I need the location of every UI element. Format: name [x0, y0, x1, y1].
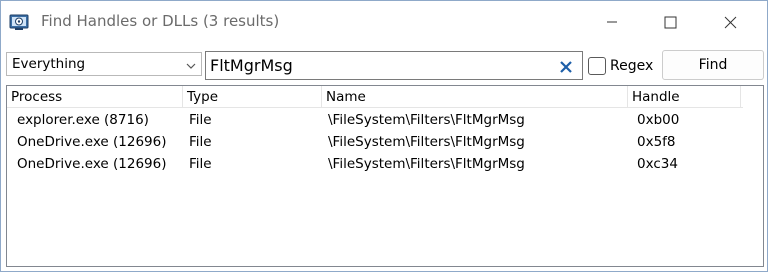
cell-name: \FileSystem\Filters\FltMgrMsg — [328, 156, 525, 172]
result-row[interactable]: OneDrive.exe (12696) File \FileSystem\Fi… — [7, 153, 743, 175]
cell-handle: 0xc34 — [637, 156, 678, 172]
column-header-handle[interactable]: Handle — [628, 86, 741, 108]
close-button[interactable] — [701, 1, 759, 43]
minimize-button[interactable] — [583, 1, 641, 43]
cell-type: File — [189, 156, 212, 172]
result-row[interactable]: OneDrive.exe (12696) File \FileSystem\Fi… — [7, 131, 743, 153]
cell-type: File — [189, 112, 212, 128]
cell-process: OneDrive.exe (12696) — [17, 134, 167, 150]
type-filter-value: Everything — [12, 56, 86, 72]
minimize-icon — [607, 21, 617, 23]
cell-handle: 0x5f8 — [637, 134, 676, 150]
column-header-name[interactable]: Name — [322, 86, 628, 108]
maximize-button[interactable] — [641, 1, 699, 43]
results-header: Process Type Name Handle — [7, 86, 743, 108]
results-list[interactable]: Process Type Name Handle explorer.exe (8… — [6, 85, 764, 267]
cell-name: \FileSystem\Filters\FltMgrMsg — [328, 134, 525, 150]
search-input[interactable]: FltMgrMsg — [205, 51, 583, 80]
cell-handle: 0xb00 — [637, 112, 680, 128]
find-handles-window: Find Handles or DLLs (3 results) Everyth… — [0, 0, 768, 272]
process-explorer-icon — [9, 12, 29, 32]
type-filter-dropdown[interactable]: Everything — [6, 52, 202, 76]
clear-search-button[interactable] — [557, 58, 575, 76]
close-icon — [724, 16, 736, 28]
search-value: FltMgrMsg — [210, 56, 293, 75]
result-row[interactable]: explorer.exe (8716) File \FileSystem\Fil… — [7, 109, 743, 131]
cell-process: OneDrive.exe (12696) — [17, 156, 167, 172]
chevron-down-icon — [186, 59, 196, 74]
cell-name: \FileSystem\Filters\FltMgrMsg — [328, 112, 525, 128]
regex-checkbox[interactable] — [588, 57, 606, 75]
window-title: Find Handles or DLLs (3 results) — [41, 12, 280, 30]
cell-process: explorer.exe (8716) — [17, 112, 149, 128]
maximize-icon — [664, 16, 676, 28]
column-header-process[interactable]: Process — [7, 86, 183, 108]
regex-label[interactable]: Regex — [610, 58, 653, 74]
find-button[interactable]: Find — [662, 50, 764, 80]
cell-type: File — [189, 134, 212, 150]
clear-icon — [560, 61, 572, 73]
title-bar[interactable]: Find Handles or DLLs (3 results) — [1, 1, 767, 43]
column-header-type[interactable]: Type — [183, 86, 322, 108]
